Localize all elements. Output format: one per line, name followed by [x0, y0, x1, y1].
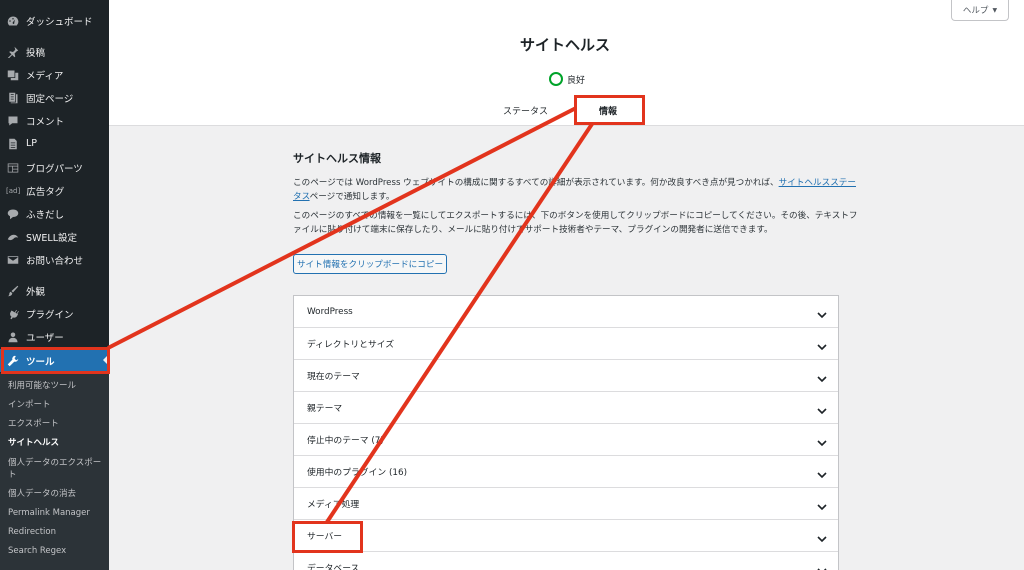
export-paragraph: このページのすべての情報を一覧にしてエクスポートするには、下のボタンを使用してク…	[293, 211, 858, 235]
help-label: ヘルプ	[962, 6, 989, 16]
chevron-down-icon	[816, 530, 828, 543]
caret-down-icon: ▼	[992, 6, 998, 14]
sidebar-item-label: メディア	[26, 70, 64, 82]
tools-submenu: 利用可能なツール インポート エクスポート サイトヘルス 個人データのエクスポー…	[0, 373, 109, 570]
annotation-box-server	[292, 521, 363, 553]
sidebar-item-pages[interactable]: 固定ページ	[0, 86, 109, 109]
accordion-row-inactive-themes[interactable]: 停止中のテーマ (7)	[294, 424, 838, 456]
sidebar-item-speech-bubbles[interactable]: ふきだし	[0, 202, 109, 225]
sidebar-item-comments[interactable]: コメント	[0, 109, 109, 132]
sidebar-item-label: ユーザー	[26, 332, 64, 344]
chevron-down-icon	[816, 498, 828, 511]
sidebar-item-label: ふきだし	[26, 209, 65, 221]
sidebar-item-label: 固定ページ	[26, 93, 74, 105]
ad-icon: [ad]	[6, 186, 21, 195]
sidebar-item-label: お問い合わせ	[26, 255, 84, 267]
copy-to-clipboard-button[interactable]: サイト情報をクリップボードにコピー	[293, 254, 447, 274]
site-health-header	[109, 0, 1024, 126]
accordion-label: 使用中のプラグイン (16)	[307, 468, 408, 478]
sidebar-item-contact[interactable]: お問い合わせ	[0, 248, 109, 271]
sidebar-item-label: 広告タグ	[26, 186, 65, 198]
admin-sidebar: ダッシュボード 投稿 メディア 固定ページ コメント LP ブログパーツ [ad…	[0, 0, 109, 570]
submenu-item-available-tools[interactable]: 利用可能なツール	[8, 380, 108, 392]
intro-suffix: ページで通知します。	[309, 192, 395, 202]
sidebar-item-ad-tags[interactable]: [ad] 広告タグ	[0, 179, 109, 202]
accordion-row-active-theme[interactable]: 現在のテーマ	[294, 360, 838, 392]
status-indicator-icon	[549, 72, 563, 86]
sidebar-item-label: コメント	[26, 116, 65, 128]
sidebar-item-blog-parts[interactable]: ブログパーツ	[0, 156, 109, 179]
accordion-row-database[interactable]: データベース	[294, 552, 838, 570]
submenu-item-export[interactable]: エクスポート	[8, 418, 108, 430]
sidebar-item-posts[interactable]: 投稿	[0, 40, 109, 63]
sidebar-item-label: 外観	[26, 286, 46, 298]
page-icon	[6, 91, 20, 105]
site-info-accordion: WordPress ディレクトリとサイズ 現在のテーマ 親テーマ 停止中のテーマ…	[293, 295, 839, 570]
chevron-down-icon	[816, 370, 828, 383]
sidebar-item-label: 投稿	[26, 47, 46, 59]
section-title: サイトヘルス情報	[293, 152, 381, 165]
accordion-row-media-handling[interactable]: メディア処理	[294, 488, 838, 520]
dashboard-icon	[6, 14, 20, 28]
sidebar-item-appearance[interactable]: 外観	[0, 279, 109, 302]
page-title: サイトヘルス	[519, 36, 610, 54]
comment-icon	[6, 114, 20, 128]
accordion-label: メディア処理	[307, 500, 360, 510]
accordion-row-server[interactable]: サーバー	[294, 520, 838, 552]
accordion-label: 停止中のテーマ (7)	[307, 436, 384, 446]
sidebar-item-lp[interactable]: LP	[0, 132, 109, 155]
pin-icon	[6, 45, 20, 59]
submenu-item-redirection[interactable]: Redirection	[8, 526, 108, 538]
chevron-down-icon	[816, 338, 828, 351]
chevron-down-icon	[816, 562, 828, 570]
accordion-label: WordPress	[307, 306, 353, 317]
brush-icon	[6, 284, 20, 298]
intro-paragraph: このページでは WordPress ウェブサイトの構成に関するすべての詳細が表示…	[293, 176, 863, 204]
submenu-item-search-regex[interactable]: Search Regex	[8, 545, 108, 557]
speech-bubble-icon	[6, 207, 20, 221]
chevron-down-icon	[816, 402, 828, 415]
accordion-row-active-plugins[interactable]: 使用中のプラグイン (16)	[294, 456, 838, 488]
accordion-label: ディレクトリとサイズ	[307, 340, 395, 350]
status-label: 良好	[567, 76, 586, 86]
sidebar-item-label: SWELL設定	[26, 232, 78, 244]
sidebar-item-media[interactable]: メディア	[0, 63, 109, 86]
swell-icon	[6, 230, 20, 244]
tab-status[interactable]: ステータス	[503, 104, 548, 117]
accordion-row-wordpress[interactable]: WordPress	[294, 296, 838, 328]
submenu-item-import[interactable]: インポート	[8, 399, 108, 411]
accordion-label: 親テーマ	[307, 404, 343, 414]
accordion-label: データベース	[307, 564, 360, 570]
submenu-item-export-personal-data[interactable]: 個人データのエクスポート	[8, 457, 108, 481]
submenu-item-permalink-manager[interactable]: Permalink Manager	[8, 507, 108, 519]
annotation-box-tools	[1, 347, 110, 374]
sidebar-item-users[interactable]: ユーザー	[0, 325, 109, 348]
sidebar-item-swell-settings[interactable]: SWELL設定	[0, 225, 109, 248]
intro-text: このページでは WordPress ウェブサイトの構成に関するすべての詳細が表示…	[293, 178, 779, 188]
mail-icon	[6, 253, 20, 267]
layout-icon	[6, 161, 20, 175]
sidebar-item-label: LP	[26, 138, 38, 149]
submenu-item-erase-personal-data[interactable]: 個人データの消去	[8, 488, 108, 500]
document-icon	[6, 137, 20, 151]
accordion-row-directories[interactable]: ディレクトリとサイズ	[294, 328, 838, 360]
sidebar-item-dashboard[interactable]: ダッシュボード	[0, 9, 109, 32]
sidebar-item-label: プラグイン	[26, 309, 74, 321]
help-button[interactable]: ヘルプ ▼	[951, 0, 1009, 21]
chevron-down-icon	[816, 306, 828, 319]
media-icon	[6, 68, 20, 82]
accordion-row-parent-theme[interactable]: 親テーマ	[294, 392, 838, 424]
sidebar-item-label: ブログパーツ	[26, 163, 83, 175]
user-icon	[6, 330, 20, 344]
submenu-item-site-health[interactable]: サイトヘルス	[8, 437, 108, 449]
accordion-label: 現在のテーマ	[307, 372, 360, 382]
sidebar-item-label: ダッシュボード	[26, 16, 93, 28]
annotation-box-info-tab	[574, 95, 645, 125]
chevron-down-icon	[816, 466, 828, 479]
plugin-icon	[6, 307, 20, 321]
sidebar-item-plugins[interactable]: プラグイン	[0, 302, 109, 325]
chevron-down-icon	[816, 434, 828, 447]
